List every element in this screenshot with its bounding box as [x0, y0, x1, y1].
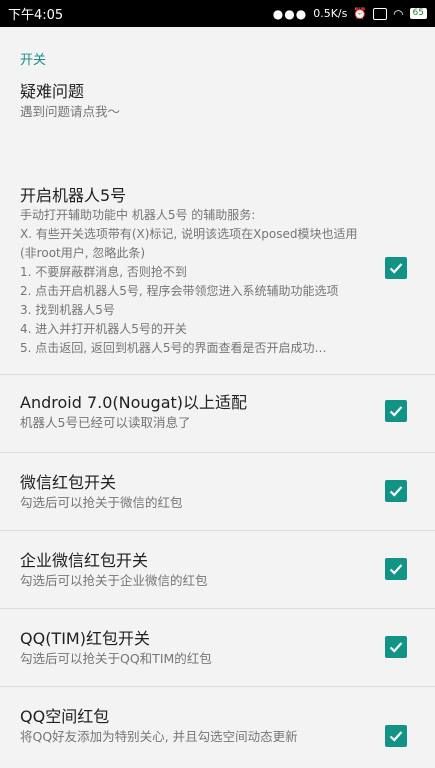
pref-title: QQ(TIM)红包开关	[20, 629, 150, 648]
wifi-icon: ◠	[393, 6, 404, 21]
pref-title: Android 7.0(Nougat)以上适配	[20, 393, 248, 412]
pref-android-nougat[interactable]: Android 7.0(Nougat)以上适配 机器人5号已经可以读取消息了	[0, 375, 435, 452]
sim-icon	[373, 7, 388, 20]
pref-summary: 勾选后可以抢关于企业微信的红包	[20, 573, 208, 588]
pref-qzone-redpacket[interactable]: QQ空间红包 将QQ好友添加为特别关心, 并且勾选空间动态更新	[0, 687, 435, 757]
pref-summary: 机器人5号已经可以读取消息了	[20, 415, 191, 430]
pref-title: 微信红包开关	[20, 473, 117, 492]
status-bar: 下午4:05 ●●● 0.5K/s ⏰ ◠ 65	[0, 0, 435, 27]
network-speed: 0.5K/s	[313, 7, 348, 20]
checkbox[interactable]	[385, 257, 407, 279]
checkbox[interactable]	[385, 725, 407, 747]
pref-title: 开启机器人5号	[20, 186, 127, 205]
pref-summary: 勾选后可以抢关于QQ和TIM的红包	[20, 651, 212, 666]
check-icon	[389, 731, 403, 742]
alarm-icon: ⏰	[353, 7, 368, 20]
status-icons: ●●● 0.5K/s ⏰ ◠ 65	[273, 7, 427, 21]
settings-list[interactable]: 开关 疑难问题 遇到问题请点我～ 开启机器人5号 手动打开辅助功能中 机器人5号…	[0, 27, 435, 768]
section-header: 开关	[20, 53, 47, 68]
pref-summary: 勾选后可以抢关于微信的红包	[20, 495, 183, 510]
check-icon	[389, 486, 403, 497]
checkbox[interactable]	[385, 480, 407, 502]
check-icon	[389, 564, 403, 575]
troubleshoot-item[interactable]: 疑难问题 遇到问题请点我～	[0, 82, 435, 160]
pref-qq-tim-redpacket[interactable]: QQ(TIM)红包开关 勾选后可以抢关于QQ和TIM的红包	[0, 609, 435, 686]
pref-wechat-redpacket[interactable]: 微信红包开关 勾选后可以抢关于微信的红包	[0, 453, 435, 530]
pref-title: 疑难问题	[20, 82, 85, 101]
signal-dots-icon: ●●●	[272, 6, 308, 21]
checkbox[interactable]	[385, 636, 407, 658]
pref-title: QQ空间红包	[20, 707, 110, 726]
pref-summary: 手动打开辅助功能中 机器人5号 的辅助服务: X. 有些开关选项带有(X)标记,…	[20, 208, 358, 355]
pref-summary: 遇到问题请点我～	[20, 104, 121, 119]
checkbox[interactable]	[385, 400, 407, 422]
pref-enable-robot[interactable]: 开启机器人5号 手动打开辅助功能中 机器人5号 的辅助服务: X. 有些开关选项…	[0, 160, 435, 374]
pref-wework-redpacket[interactable]: 企业微信红包开关 勾选后可以抢关于企业微信的红包	[0, 531, 435, 608]
battery-icon: 65	[409, 8, 427, 19]
status-time: 下午4:05	[8, 8, 64, 23]
check-icon	[389, 263, 403, 274]
pref-summary: 将QQ好友添加为特别关心, 并且勾选空间动态更新	[20, 729, 298, 744]
check-icon	[389, 406, 403, 417]
checkbox[interactable]	[385, 558, 407, 580]
check-icon	[389, 642, 403, 653]
pref-title: 企业微信红包开关	[20, 551, 149, 570]
